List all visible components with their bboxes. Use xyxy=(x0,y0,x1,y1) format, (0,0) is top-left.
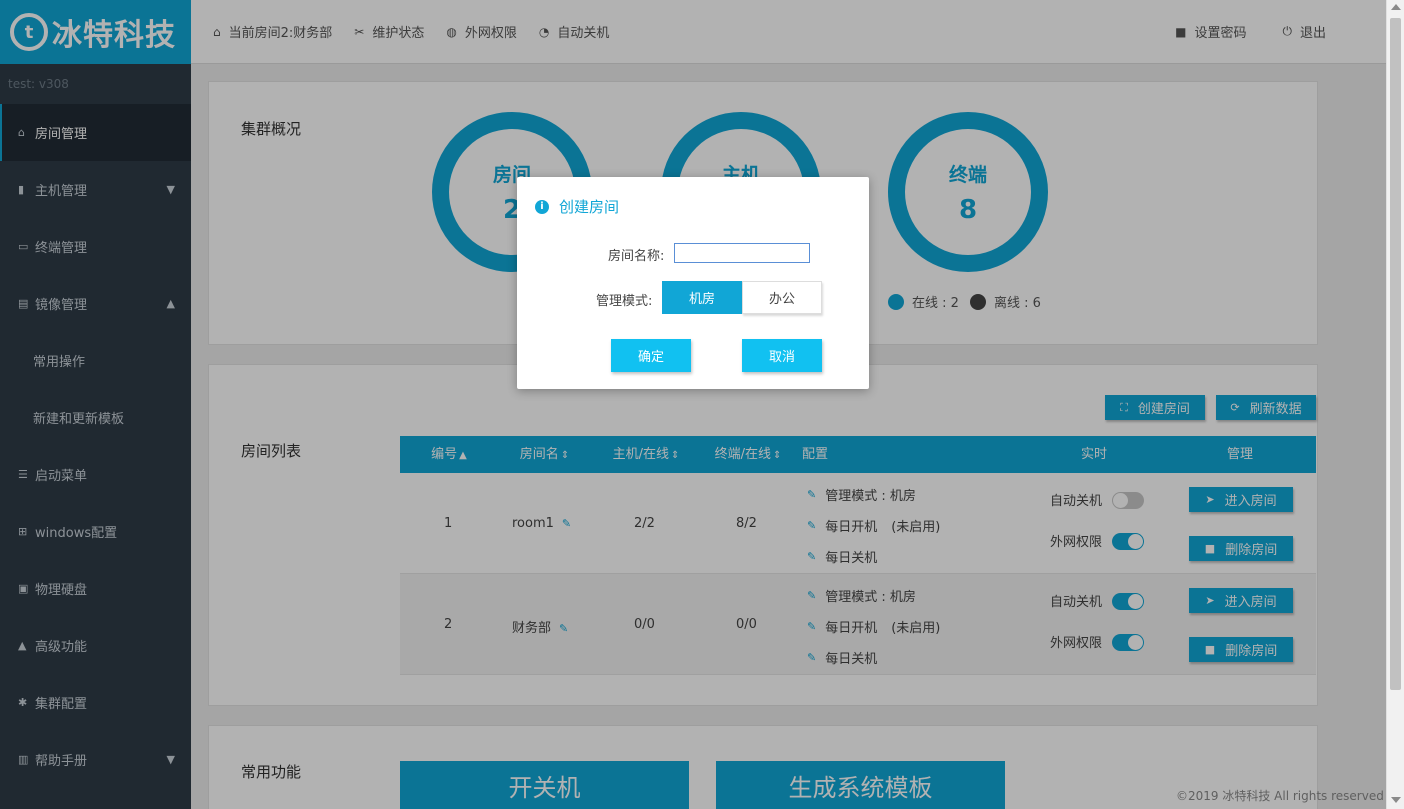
page-scrollbar[interactable] xyxy=(1386,0,1404,809)
room-name-label: 房间名称: xyxy=(608,249,665,264)
room-name-input[interactable] xyxy=(674,243,810,263)
scroll-thumb[interactable] xyxy=(1390,18,1401,690)
cancel-button[interactable]: 取消 xyxy=(742,339,822,372)
confirm-button[interactable]: 确定 xyxy=(611,339,691,372)
mode-office-option[interactable]: 办公 xyxy=(742,281,822,314)
create-room-dialog: i 创建房间 房间名称: 管理模式: 机房 办公 确定 取消 xyxy=(517,177,869,389)
scroll-up-arrow-icon[interactable] xyxy=(1391,4,1401,10)
dialog-title: i 创建房间 xyxy=(535,196,619,217)
management-mode-label: 管理模式: xyxy=(596,294,653,309)
mode-lab-option[interactable]: 机房 xyxy=(662,281,742,314)
scroll-down-arrow-icon[interactable] xyxy=(1391,797,1401,803)
info-icon: i xyxy=(535,199,549,214)
modal-overlay[interactable] xyxy=(0,0,1386,809)
